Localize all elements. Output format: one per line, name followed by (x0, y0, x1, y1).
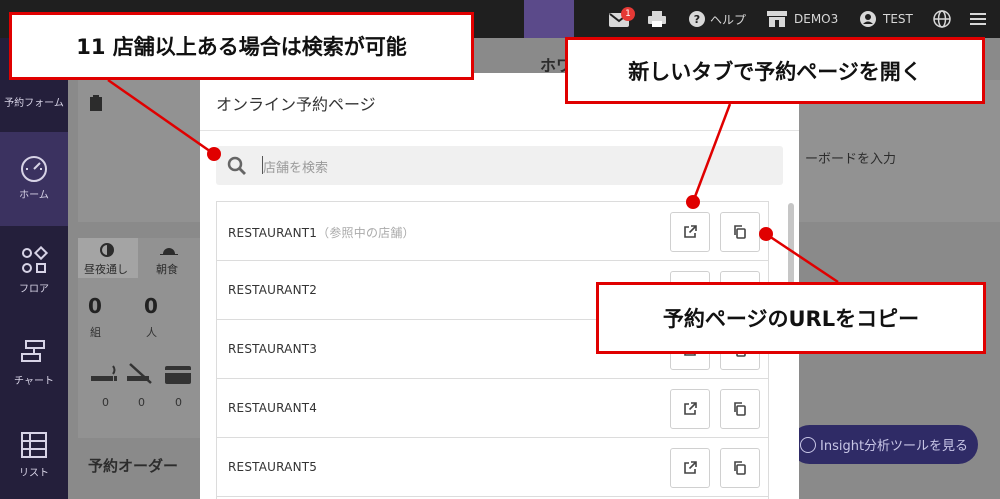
day-night-icon (100, 243, 114, 257)
open-callout-dot (686, 195, 700, 209)
group-count: 0 (88, 294, 102, 318)
floor-icon (22, 246, 49, 273)
restaurant-name: RESTAURANT4 (228, 401, 318, 415)
copy-icon (734, 461, 746, 475)
help-label: ヘルプ (710, 12, 747, 27)
search-icon (227, 156, 246, 175)
modal-title: オンライン予約ページ (216, 95, 376, 114)
sidebar-item-list[interactable]: リスト (0, 424, 68, 494)
store-button[interactable]: DEMO3 (766, 0, 838, 38)
copy-url-button[interactable] (720, 448, 760, 488)
external-link-icon (684, 225, 697, 238)
tab-all-day[interactable]: 昼夜通し (78, 238, 138, 278)
tab-breakfast[interactable]: 朝食 (140, 238, 200, 278)
sidebar-item-reservation-form[interactable]: 予約フォーム (0, 84, 68, 128)
insight-button[interactable]: Insight分析ツールを見る (790, 425, 978, 464)
store-icon (767, 11, 787, 27)
external-link-icon (684, 461, 697, 474)
chart-icon (21, 340, 45, 362)
open-in-new-tab-button[interactable] (670, 448, 710, 488)
external-link-icon (684, 402, 697, 415)
sidebar-item-label: ホーム (19, 190, 49, 201)
user-icon (860, 11, 876, 27)
group-unit: 組 (90, 326, 101, 339)
sidebar-item-label: フロア (19, 284, 49, 295)
restaurant-name: RESTAURANT2 (228, 283, 318, 297)
copy-icon (734, 402, 746, 416)
sidebar-item-label: 予約フォーム (4, 98, 64, 109)
store-search-field[interactable]: 店舗を検索 (216, 146, 783, 185)
sidebar: 予約フォーム ホーム フロア チャート リスト (0, 38, 68, 499)
restaurant-name: RESTAURANT5 (228, 460, 318, 474)
card-count: 0 (175, 396, 182, 409)
smoking-count: 0 (102, 396, 109, 409)
smoking-icon (91, 365, 117, 381)
credit-card-icon (165, 366, 191, 384)
background-card (78, 80, 200, 222)
clipboard-icon (90, 95, 102, 111)
copy-icon (734, 225, 746, 239)
list-item: RESTAURANT5 (217, 438, 768, 497)
search-callout-dot (207, 147, 221, 161)
notification-badge: 1 (621, 7, 635, 21)
tab-label: 朝食 (156, 263, 178, 276)
sunrise-icon (160, 248, 178, 255)
user-label: TEST (883, 12, 913, 26)
restaurant-name: RESTAURANT3 (228, 342, 318, 356)
list-item: RESTAURANT4 (217, 379, 768, 438)
background-stats-card: 昼夜通し 朝食 0 組 0 人 0 0 0 (78, 238, 200, 438)
copy-url-button[interactable] (720, 212, 760, 252)
copy-callout-dot (759, 227, 773, 241)
help-button[interactable]: ? ヘルプ (688, 0, 746, 38)
sidebar-item-label: チャート (14, 376, 54, 387)
insight-icon (800, 436, 816, 453)
store-label: DEMO3 (794, 12, 839, 26)
sidebar-item-chart[interactable]: チャート (0, 330, 68, 400)
sidebar-item-floor[interactable]: フロア (0, 240, 68, 310)
open-in-new-tab-button[interactable] (670, 389, 710, 429)
help-icon: ? (689, 11, 705, 27)
list-icon (21, 432, 47, 458)
open-in-new-tab-button[interactable] (670, 212, 710, 252)
sidebar-item-home[interactable]: ホーム (0, 132, 68, 226)
section-title: 予約オーダー (88, 457, 179, 475)
no-smoking-icon (127, 363, 152, 384)
list-item: RESTAURANT1（参照中の店舗） (217, 202, 768, 261)
sidebar-item-label: リスト (19, 468, 49, 479)
menu-icon[interactable] (969, 0, 987, 38)
dashboard-icon (21, 156, 47, 182)
globe-icon[interactable] (932, 0, 952, 38)
restaurant-name: RESTAURANT1（参照中の店舗） (228, 226, 415, 240)
copy-url-callout: 予約ページのURLをコピー (596, 282, 986, 354)
printer-icon[interactable] (647, 0, 667, 38)
search-placeholder: 店舗を検索 (263, 161, 329, 176)
open-tab-callout: 新しいタブで予約ページを開く (565, 37, 985, 104)
divider (200, 130, 799, 131)
background-input-hint: ーボードを入力 (805, 152, 897, 167)
person-unit: 人 (146, 326, 157, 339)
person-count: 0 (144, 294, 158, 318)
current-store-note: （参照中の店舗） (317, 226, 415, 240)
active-top-tab[interactable] (524, 0, 574, 38)
svg-text:?: ? (694, 13, 700, 26)
insight-label: Insight分析ツールを見る (820, 439, 969, 454)
copy-url-button[interactable] (720, 389, 760, 429)
user-button[interactable]: TEST (859, 0, 913, 38)
search-callout: 11 店舗以上ある場合は検索が可能 (9, 12, 474, 80)
tab-label: 昼夜通し (84, 263, 128, 276)
no-smoking-count: 0 (138, 396, 145, 409)
